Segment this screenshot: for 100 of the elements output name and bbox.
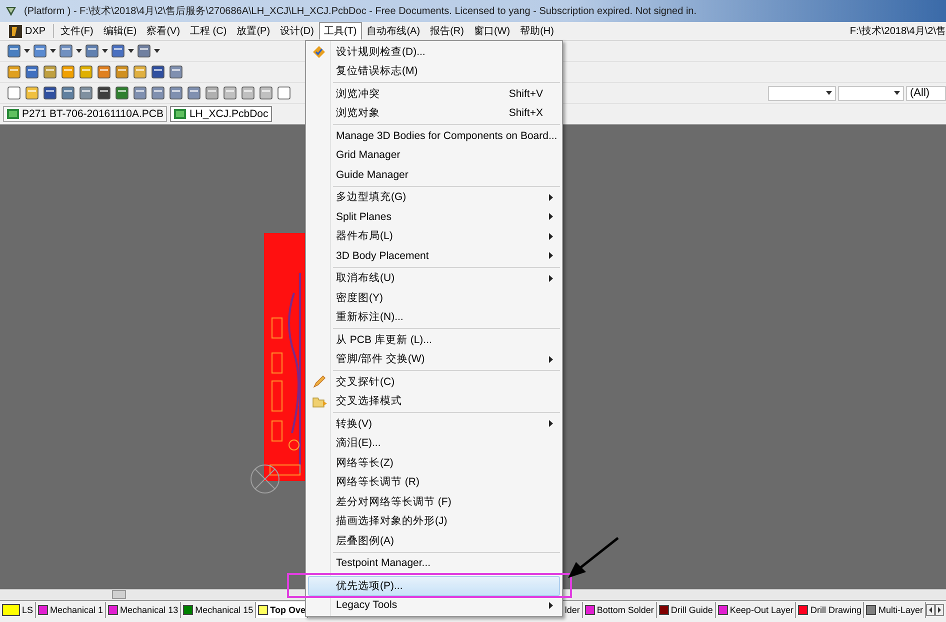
menu-item[interactable]: 交叉探针(C) [308, 372, 560, 392]
toolbar-icon[interactable] [78, 85, 94, 101]
document-tab[interactable]: LH_XCJ.PcbDoc [170, 106, 272, 122]
layer-tab[interactable]: lder [562, 602, 583, 618]
toolbar-icon[interactable] [168, 85, 184, 101]
toolbar-icon[interactable] [96, 85, 112, 101]
toolbar-icon[interactable] [186, 85, 202, 101]
menu-item[interactable]: 3D Body Placement [308, 246, 560, 266]
caret-icon[interactable] [128, 49, 134, 53]
menu-item[interactable]: 工程 (C) [185, 22, 232, 40]
toolbar-icon[interactable] [150, 85, 166, 101]
menu-item[interactable]: 设计规则检查(D)... [308, 42, 560, 62]
toolbar-icon[interactable] [222, 85, 238, 101]
menu-item[interactable]: 帮助(H) [515, 22, 559, 40]
dropdown-field[interactable] [838, 86, 904, 100]
filter-field[interactable]: (All) [906, 86, 946, 100]
menu-item[interactable]: 重新标注(N)... [308, 308, 560, 327]
menu-item[interactable]: 优先选项(P)... [308, 576, 560, 596]
menu-item[interactable]: DXP [4, 22, 51, 40]
menu-item[interactable]: Grid Manager [308, 146, 560, 165]
toolbar-icon[interactable] [258, 85, 274, 101]
toolbar-icon[interactable] [276, 85, 292, 101]
toolbar-icon[interactable] [168, 64, 184, 80]
menu-item[interactable]: 交叉选择模式 [308, 392, 560, 411]
layer-tab[interactable]: Mechanical 15 [181, 602, 256, 618]
toolbar-icon[interactable] [24, 85, 40, 101]
menu-item[interactable]: 滴泪(E)... [308, 434, 560, 453]
menu-item[interactable]: 设计(D) [275, 22, 319, 40]
toolbar-icon[interactable] [24, 64, 40, 80]
toolbar-icon[interactable] [42, 85, 58, 101]
window-title: (Platform ) - F:\技术\2018\4月\2\售后服务\270686A\LH_XCJ\LH_XCJ.PcbDoc - Free Documents. Licensed to yang - Subscription expired. Not signed in. [24, 4, 697, 18]
scroll-arrows-icon[interactable] [926, 604, 944, 616]
layer-tab[interactable]: Drill Drawing [796, 602, 864, 618]
layer-tab[interactable]: Mechanical 13 [106, 602, 182, 618]
toolbar-icon[interactable] [114, 64, 130, 80]
layer-tab[interactable]: LS [0, 602, 36, 618]
layer-tab[interactable]: Bottom Solder [582, 602, 657, 618]
menu-item[interactable]: 多边型填充(G) [308, 188, 560, 207]
menu-item[interactable]: 察看(V) [142, 22, 186, 40]
menu-item[interactable]: 差分对网络等长调节 (F) [308, 492, 560, 512]
menu-item[interactable]: 网络等长调节 (R) [308, 472, 560, 492]
menu-item[interactable]: 描画选择对象的外形(J) [308, 512, 560, 531]
caret-icon[interactable] [50, 49, 56, 53]
menu-item[interactable]: Split Planes [308, 207, 560, 226]
menu-item[interactable]: 浏览冲突 Shift+V [308, 84, 560, 104]
toolbar-icon[interactable] [110, 43, 126, 59]
menu-item[interactable]: 网络等长(Z) [308, 453, 560, 472]
caret-icon[interactable] [76, 49, 82, 53]
layer-tab[interactable]: Top Ove [256, 602, 308, 618]
menu-item[interactable]: 取消布线(U) [308, 268, 560, 288]
toolbar-icon[interactable] [204, 85, 220, 101]
toolbar-icon[interactable] [42, 64, 58, 80]
check-rule-icon [312, 45, 326, 59]
toolbar-icon[interactable] [96, 64, 112, 80]
menu-item[interactable]: 复位错误标志(M) [308, 62, 560, 81]
toolbar-icon[interactable] [6, 64, 22, 80]
layer-tab[interactable]: Mechanical 1 [36, 602, 106, 618]
toolbar-icon[interactable] [60, 85, 76, 101]
menu-item[interactable]: 浏览对象 Shift+X [308, 104, 560, 123]
toolbar-icon[interactable] [114, 85, 130, 101]
caret-icon[interactable] [24, 49, 30, 53]
toolbar-icon[interactable] [150, 64, 166, 80]
menu-item[interactable]: 从 PCB 库更新 (L)... [308, 330, 560, 350]
menu-item[interactable]: 器件布局(L) [308, 226, 560, 246]
menu-item[interactable]: 放置(P) [232, 22, 276, 40]
caret-icon[interactable] [102, 49, 108, 53]
toolbar-icon[interactable] [132, 85, 148, 101]
toolbar-icon[interactable] [78, 64, 94, 80]
toolbar-icon[interactable] [240, 85, 256, 101]
board-icon [174, 109, 186, 119]
menu-item[interactable]: 转换(V) [308, 414, 560, 434]
menu-item[interactable]: Manage 3D Bodies for Components on Board... [308, 126, 560, 146]
menu-item[interactable]: Legacy Tools [308, 596, 560, 615]
menu-item[interactable]: 层叠图例(A) [308, 531, 560, 550]
document-tab[interactable]: P271 BT-706-20161110A.PCB [3, 106, 168, 122]
menu-item[interactable]: Guide Manager [308, 165, 560, 184]
toolbar-icon[interactable] [58, 43, 74, 59]
menu-item[interactable]: 工具(T) [318, 22, 362, 40]
toolbar-icon[interactable] [6, 43, 22, 59]
menu-item[interactable]: 管脚/部件 交换(W) [308, 350, 560, 369]
toolbar-icon[interactable] [136, 43, 152, 59]
menu-item[interactable]: 窗口(W) [468, 22, 516, 40]
menu-item[interactable]: 报告(R) [425, 22, 469, 40]
menu-item[interactable]: 自动布线(A) [362, 22, 426, 40]
toolbar-icon[interactable] [32, 43, 48, 59]
dropdown-field[interactable] [768, 86, 836, 100]
toolbar-icon[interactable] [132, 64, 148, 80]
toolbar-icon[interactable] [6, 85, 22, 101]
layer-tab[interactable]: Keep-Out Layer [716, 602, 796, 618]
caret-icon[interactable] [154, 49, 160, 53]
toolbar-icon[interactable] [84, 43, 100, 59]
layer-tab[interactable]: Multi-Layer [864, 602, 926, 618]
menu-item[interactable]: 编辑(E) [98, 22, 142, 40]
layer-tab[interactable]: Drill Guide [656, 602, 716, 618]
menu-item[interactable]: 密度图(Y) [308, 288, 560, 308]
scrollbar-thumb[interactable] [112, 590, 126, 599]
menu-item[interactable]: 文件(F) [56, 22, 98, 40]
logo-icon [9, 24, 22, 38]
menu-item[interactable]: Testpoint Manager... [308, 554, 560, 573]
toolbar-icon[interactable] [60, 64, 76, 80]
